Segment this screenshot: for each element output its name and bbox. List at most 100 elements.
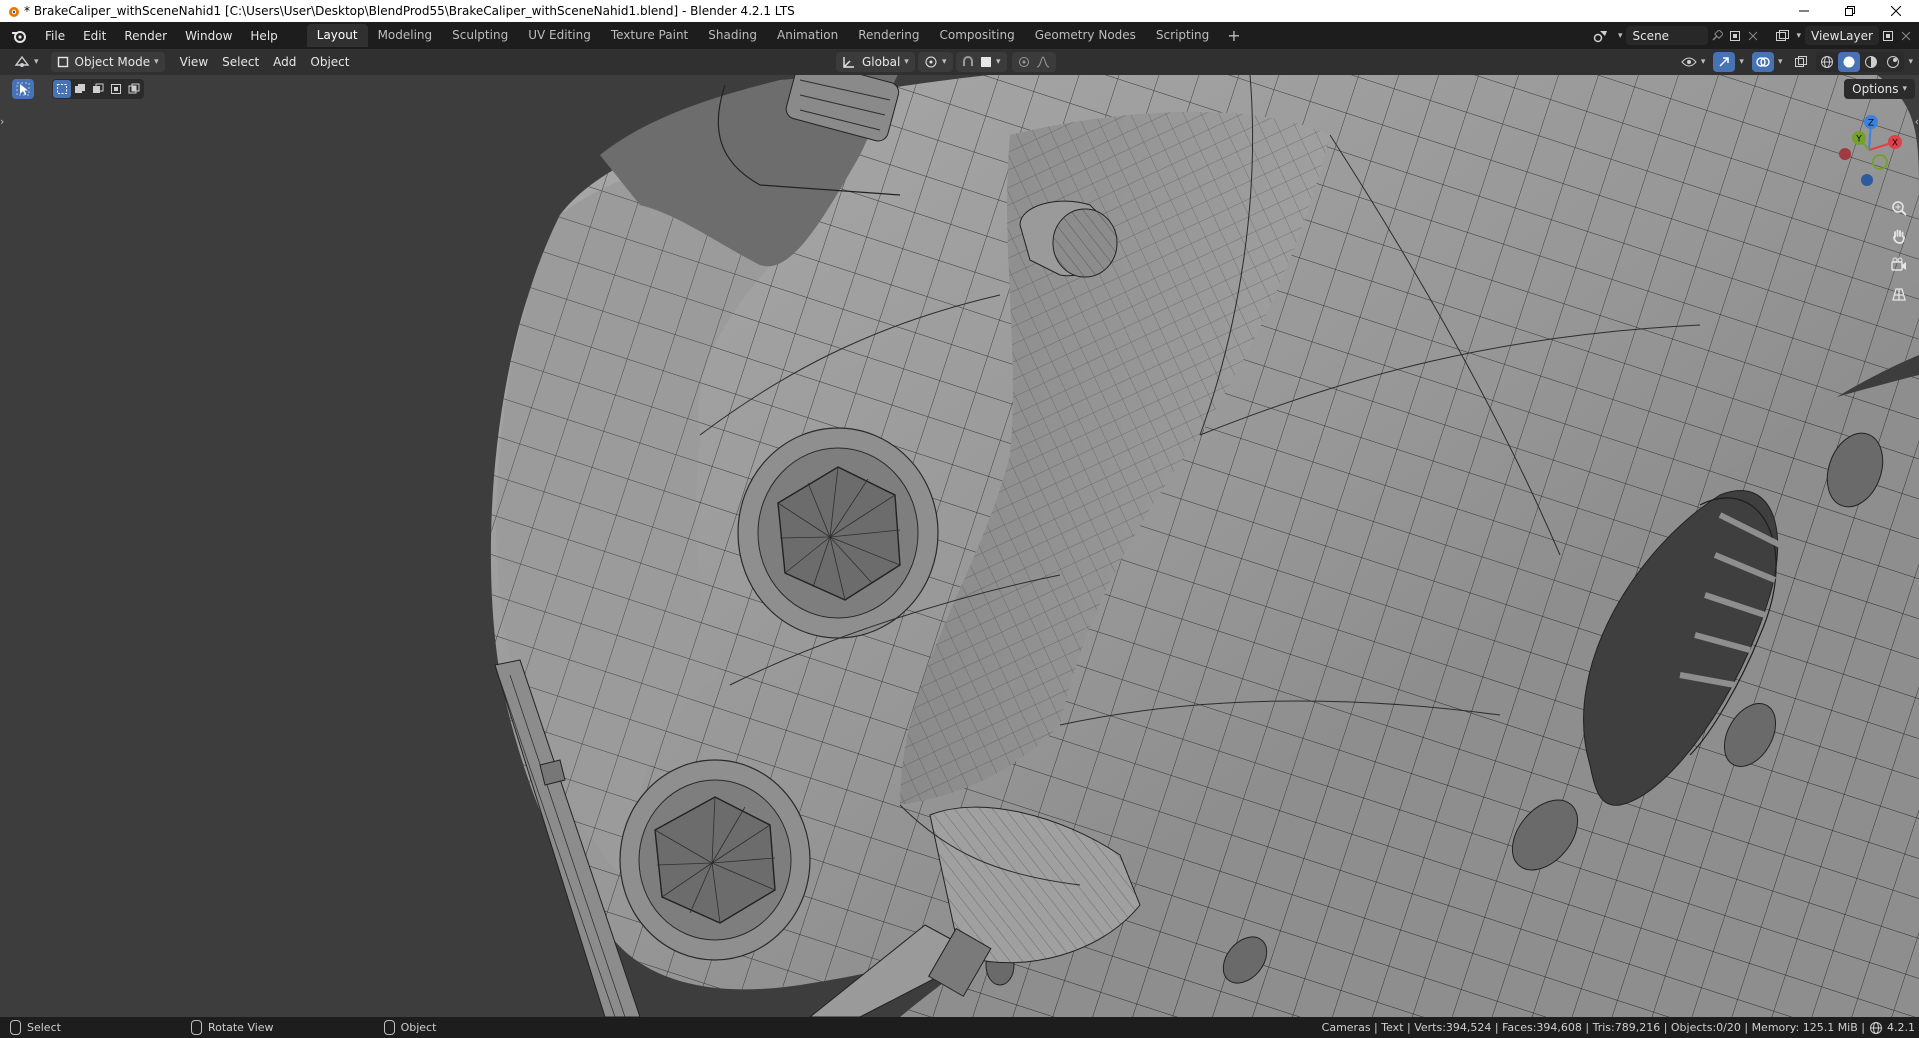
material-shading-button[interactable] bbox=[1860, 52, 1882, 72]
network-icon bbox=[1870, 1021, 1882, 1034]
select-extend-icon bbox=[75, 84, 85, 93]
overlays-toggle-button[interactable] bbox=[1751, 52, 1774, 72]
restore-icon[interactable] bbox=[1827, 0, 1873, 22]
wireframe-shading-button[interactable] bbox=[1816, 52, 1838, 72]
menu-view[interactable]: View bbox=[173, 52, 215, 72]
tab-shading[interactable]: Shading bbox=[698, 24, 767, 47]
blender-menu-icon[interactable] bbox=[8, 29, 30, 43]
solid-shading-button[interactable] bbox=[1838, 52, 1861, 72]
perspective-toggle-icon[interactable] bbox=[1887, 282, 1911, 306]
status-select-label: Select bbox=[27, 1021, 61, 1034]
pivot-point-dropdown[interactable]: ▾ bbox=[918, 52, 953, 72]
chevron-down-icon: ▾ bbox=[154, 57, 159, 67]
pivot-icon bbox=[925, 56, 937, 68]
zoom-icon[interactable] bbox=[1887, 196, 1911, 220]
neg-z-axis-handle[interactable] bbox=[1861, 174, 1873, 186]
visibility-dropdown[interactable]: ▾ bbox=[1675, 52, 1712, 72]
minimize-icon[interactable] bbox=[1781, 0, 1827, 22]
tab-animation[interactable]: Animation bbox=[767, 24, 848, 47]
editor-type-button[interactable]: ▾ bbox=[8, 52, 45, 72]
tool-settings-row bbox=[12, 79, 144, 99]
scene-name-field[interactable]: Scene bbox=[1626, 26, 1709, 45]
new-scene-icon[interactable] bbox=[1726, 27, 1744, 45]
tab-compositing[interactable]: Compositing bbox=[929, 24, 1024, 47]
menu-help[interactable]: Help bbox=[241, 26, 286, 46]
tab-sculpting[interactable]: Sculpting bbox=[442, 24, 518, 47]
falloff-curve-icon bbox=[1036, 56, 1050, 68]
proportional-editing-group[interactable] bbox=[1012, 52, 1056, 72]
mouse-middle-icon bbox=[190, 1020, 202, 1035]
mode-dropdown[interactable]: Object Mode ▾ bbox=[50, 52, 165, 72]
remove-scene-icon[interactable] bbox=[1744, 27, 1762, 45]
close-icon[interactable] bbox=[1873, 0, 1919, 22]
status-bar: Select Rotate View Object Cameras | Text… bbox=[0, 1017, 1919, 1038]
blender-logo-icon bbox=[9, 7, 19, 17]
scene-icon[interactable] bbox=[1592, 27, 1610, 45]
add-workspace-button[interactable]: + bbox=[1219, 24, 1248, 47]
hand-pan-icon[interactable] bbox=[1887, 224, 1911, 248]
viewlayer-name: ViewLayer bbox=[1811, 28, 1873, 43]
navigation-gizmo[interactable]: Z X Y bbox=[1829, 110, 1909, 190]
select-intersect-button[interactable] bbox=[125, 80, 143, 98]
blender-version: 4.2.1 bbox=[1887, 1021, 1915, 1034]
select-tool-button[interactable] bbox=[12, 79, 34, 99]
chevron-down-icon: ▾ bbox=[996, 57, 1001, 67]
chevron-down-icon[interactable]: ▾ bbox=[1796, 31, 1801, 41]
select-extend-button[interactable] bbox=[71, 80, 89, 98]
menu-add[interactable]: Add bbox=[266, 52, 303, 72]
menu-file[interactable]: File bbox=[36, 26, 74, 46]
select-subtract-button[interactable] bbox=[89, 80, 107, 98]
tab-modeling[interactable]: Modeling bbox=[368, 24, 443, 47]
selection-mode-group bbox=[52, 79, 144, 99]
mouse-right-icon bbox=[383, 1020, 395, 1035]
xray-toggle-button[interactable] bbox=[1790, 52, 1812, 72]
scene-selector-group: ▾ Scene ▾ ViewLayer bbox=[1592, 22, 1919, 49]
tab-uv-editing[interactable]: UV Editing bbox=[518, 24, 601, 47]
status-object-label: Object bbox=[400, 1021, 437, 1034]
viewlayer-name-field[interactable]: ViewLayer bbox=[1805, 26, 1879, 45]
chevron-down-icon[interactable]: ▾ bbox=[1908, 57, 1913, 67]
window-title: * BrakeCaliper_withSceneNahid1 [C:\Users… bbox=[24, 4, 795, 18]
menu-window[interactable]: Window bbox=[176, 26, 241, 46]
gizmo-toggle-button[interactable] bbox=[1713, 52, 1736, 72]
tab-rendering[interactable]: Rendering bbox=[848, 24, 929, 47]
menu-render[interactable]: Render bbox=[115, 26, 176, 46]
status-hint-object: Object bbox=[383, 1020, 437, 1035]
gizmo-icon bbox=[1719, 57, 1730, 67]
chevron-down-icon[interactable]: ▾ bbox=[1778, 57, 1783, 67]
tab-layout[interactable]: Layout bbox=[306, 24, 368, 47]
viewlayer-icon[interactable] bbox=[1774, 27, 1792, 45]
snap-group[interactable]: ▾ bbox=[956, 52, 1007, 72]
scene-name: Scene bbox=[1632, 28, 1670, 43]
select-set-button[interactable] bbox=[53, 80, 71, 98]
chevron-down-icon[interactable]: ▾ bbox=[1739, 57, 1744, 67]
options-dropdown[interactable]: Options ▾ bbox=[1844, 79, 1915, 99]
remove-viewlayer-icon[interactable] bbox=[1897, 27, 1915, 45]
3d-viewport[interactable]: › ‹ bbox=[0, 75, 1919, 1017]
tab-geometry-nodes[interactable]: Geometry Nodes bbox=[1025, 24, 1146, 47]
toolbar-expand-icon[interactable]: › bbox=[0, 115, 4, 128]
x-axis-label: X bbox=[1892, 139, 1898, 149]
chevron-down-icon: ▾ bbox=[904, 57, 909, 67]
menu-object[interactable]: Object bbox=[303, 52, 356, 72]
tab-texture-paint[interactable]: Texture Paint bbox=[601, 24, 698, 47]
new-viewlayer-icon[interactable] bbox=[1879, 27, 1897, 45]
neg-x-axis-handle[interactable] bbox=[1839, 148, 1851, 160]
pin-icon[interactable] bbox=[1708, 27, 1726, 45]
snap-increment-icon bbox=[981, 57, 991, 67]
select-invert-button[interactable] bbox=[107, 80, 125, 98]
menu-edit[interactable]: Edit bbox=[74, 26, 115, 46]
tab-scripting[interactable]: Scripting bbox=[1146, 24, 1219, 47]
transform-orientation-dropdown[interactable]: Global ▾ bbox=[836, 52, 915, 72]
status-rotate-label: Rotate View bbox=[207, 1021, 274, 1034]
rendered-icon bbox=[1887, 56, 1900, 68]
sidebar-expand-icon[interactable]: ‹ bbox=[1915, 115, 1919, 128]
chevron-down-icon: ▾ bbox=[942, 57, 947, 67]
camera-view-icon[interactable] bbox=[1887, 253, 1911, 277]
mode-label: Object Mode bbox=[74, 55, 151, 69]
neg-y-axis-handle[interactable] bbox=[1872, 154, 1888, 170]
rendered-shading-button[interactable] bbox=[1882, 52, 1904, 72]
chevron-down-icon[interactable]: ▾ bbox=[1618, 31, 1623, 41]
select-set-icon bbox=[57, 84, 67, 94]
menu-select[interactable]: Select bbox=[215, 52, 266, 72]
